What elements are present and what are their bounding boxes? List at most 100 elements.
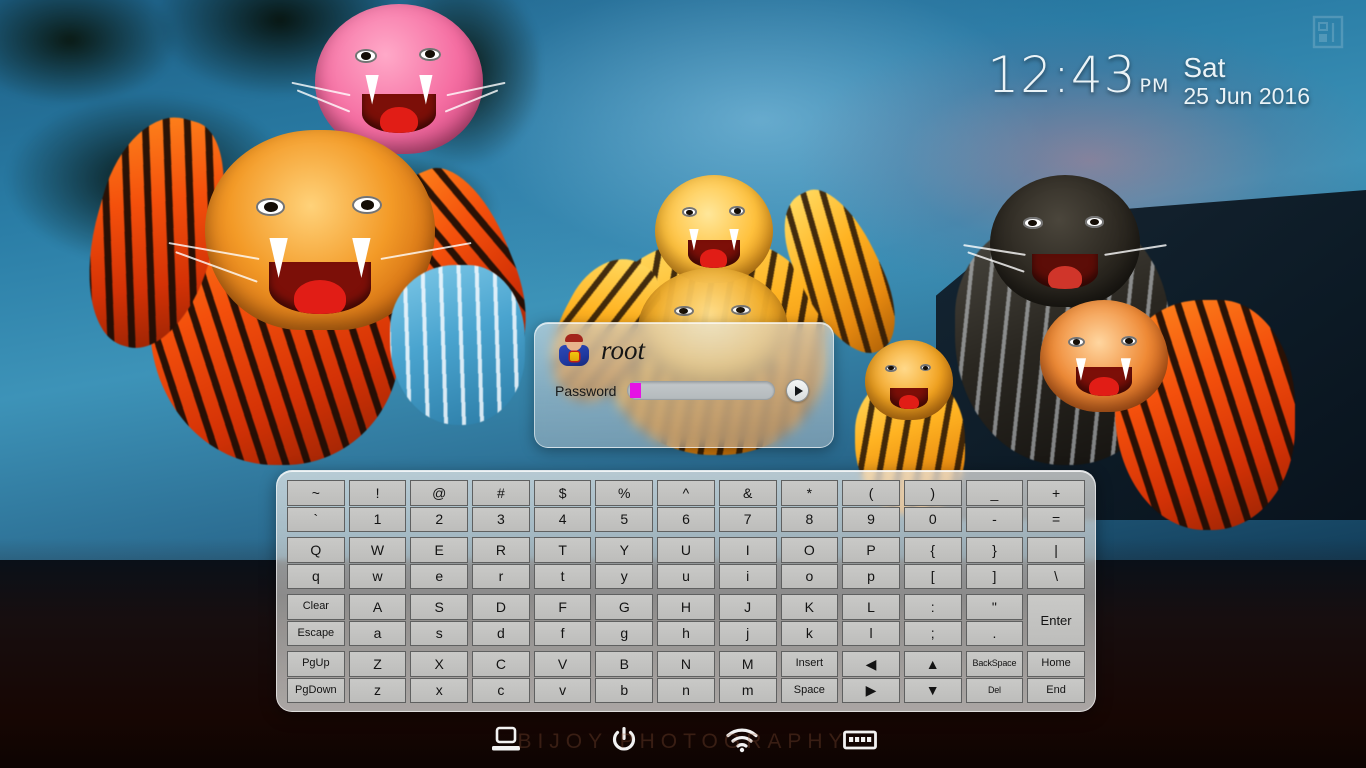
- key-r[interactable]: Rr: [472, 537, 530, 589]
- virtual-keyboard-toggle[interactable]: [840, 725, 880, 755]
- key-label-upper: M: [718, 651, 777, 677]
- key-label-upper: W: [348, 537, 407, 563]
- key-label-lower: ▼: [903, 677, 962, 703]
- key-label-lower: j: [718, 620, 777, 646]
- key-q[interactable]: Qq: [287, 537, 345, 589]
- key-x[interactable]: Xx: [410, 651, 469, 703]
- key-label-upper: D: [472, 594, 530, 620]
- key-y[interactable]: Yy: [595, 537, 654, 589]
- key-e[interactable]: Ee: [410, 537, 469, 589]
- key-5[interactable]: % 5: [595, 480, 654, 532]
- key-label-upper: &: [718, 480, 777, 506]
- key-0[interactable]: ) 0: [903, 480, 962, 532]
- key-label-upper: ^: [657, 480, 715, 506]
- play-arrow-icon: [794, 385, 803, 396]
- key-[interactable]: ".: [965, 594, 1024, 646]
- superman-avatar-icon[interactable]: [557, 333, 591, 367]
- login-panel: root Password: [534, 322, 834, 448]
- key-i[interactable]: Ii: [718, 537, 777, 589]
- key-[interactable]: | \: [1027, 537, 1085, 589]
- password-input[interactable]: [627, 381, 776, 400]
- login-submit-button[interactable]: [786, 379, 810, 402]
- key-end[interactable]: Home End: [1027, 651, 1085, 703]
- key-[interactable]: {[: [903, 537, 962, 589]
- key-6[interactable]: ^ 6: [657, 480, 715, 532]
- key-label-upper: (: [842, 480, 900, 506]
- key-del[interactable]: BackSpace Del: [965, 651, 1024, 703]
- key-9[interactable]: (9: [842, 480, 900, 532]
- key-label-upper: :: [903, 594, 962, 620]
- key-c[interactable]: Cc: [472, 651, 530, 703]
- key-label-upper: P: [842, 537, 900, 563]
- key-z[interactable]: Zz: [348, 651, 407, 703]
- key-label-upper: J: [718, 594, 777, 620]
- key-p[interactable]: Pp: [842, 537, 900, 589]
- key-label-upper: T: [533, 537, 592, 563]
- key-8[interactable]: * 8: [780, 480, 839, 532]
- key-pgdown[interactable]: PgUp PgDown: [287, 651, 345, 703]
- key-[interactable]: ~ `: [287, 480, 345, 532]
- key-m[interactable]: Mm: [718, 651, 777, 703]
- key-label-upper: #: [472, 480, 530, 506]
- key-4[interactable]: $4: [533, 480, 592, 532]
- key-2[interactable]: @2: [410, 480, 469, 532]
- key-[interactable]: _ -: [965, 480, 1024, 532]
- key-label-lower: y: [595, 563, 654, 589]
- key-1[interactable]: ! 1: [348, 480, 407, 532]
- network-button[interactable]: [722, 725, 762, 755]
- key-label-lower: 7: [718, 506, 777, 532]
- key-7[interactable]: & 7: [718, 480, 777, 532]
- key-label-lower: 2: [410, 506, 469, 532]
- key-enter[interactable]: Enter: [1027, 594, 1085, 646]
- key-label-upper: G: [595, 594, 654, 620]
- key-d[interactable]: Dd: [472, 594, 530, 646]
- key-label-lower: h: [657, 620, 715, 646]
- key-label-lower: c: [472, 677, 530, 703]
- key-v[interactable]: Vv: [533, 651, 592, 703]
- key-[interactable]: + =: [1027, 480, 1085, 532]
- key-3[interactable]: #3: [472, 480, 530, 532]
- key-label-upper: S: [410, 594, 469, 620]
- key-label-lower: r: [472, 563, 530, 589]
- key-h[interactable]: Hh: [657, 594, 715, 646]
- key-label-upper: E: [410, 537, 469, 563]
- key-label-lower: [: [903, 563, 962, 589]
- key-label-upper: _: [965, 480, 1024, 506]
- power-button[interactable]: [604, 725, 644, 755]
- key-[interactable]: ◀ ▶: [842, 651, 900, 703]
- key-a[interactable]: Aa: [348, 594, 407, 646]
- key-j[interactable]: Jj: [718, 594, 777, 646]
- key-label-lower: w: [348, 563, 407, 589]
- house-logo-icon: [1312, 15, 1344, 49]
- display-session-button[interactable]: [486, 725, 526, 755]
- key-l[interactable]: Ll: [842, 594, 900, 646]
- key-k[interactable]: Kk: [780, 594, 839, 646]
- key-space[interactable]: Insert Space: [780, 651, 839, 703]
- key-g[interactable]: Gg: [595, 594, 654, 646]
- key-escape[interactable]: Clear Escape: [287, 594, 345, 646]
- virtual-keyboard[interactable]: ~ `! 1 @2 #3 $4% 5 ^ 6 & 7 * 8(9) 0 _ - + = Qq Ww Ee Rr Tt Yy Uu…: [276, 470, 1096, 712]
- background-tiger-mask-right: [1040, 300, 1168, 412]
- password-label: Password: [555, 382, 617, 399]
- key-label: Enter: [1027, 594, 1085, 646]
- key-u[interactable]: Uu: [657, 537, 715, 589]
- key-[interactable]: ▲ ▼: [903, 651, 962, 703]
- key-[interactable]: :;: [903, 594, 962, 646]
- key-label-upper: L: [842, 594, 900, 620]
- key-label-lower: 5: [595, 506, 654, 532]
- clock-day-of-week: Sat: [1183, 52, 1226, 83]
- key-t[interactable]: Tt: [533, 537, 592, 589]
- keyboard-row: ~ `! 1 @2 #3 $4% 5 ^ 6 & 7 * 8(9) 0 _ - + =: [287, 480, 1085, 532]
- key-b[interactable]: Bb: [595, 651, 654, 703]
- background-performer-blue: [390, 265, 525, 425]
- key-w[interactable]: Ww: [348, 537, 407, 589]
- key-o[interactable]: Oo: [780, 537, 839, 589]
- key-f[interactable]: Ff: [533, 594, 592, 646]
- key-n[interactable]: Nn: [657, 651, 715, 703]
- taskbar: BIJOY PHOTOGRAPHY: [0, 712, 1366, 768]
- key-label-upper: %: [595, 480, 654, 506]
- key-[interactable]: }]: [965, 537, 1024, 589]
- key-label-upper: *: [780, 480, 839, 506]
- key-label-lower: Escape: [287, 620, 345, 646]
- key-s[interactable]: Ss: [410, 594, 469, 646]
